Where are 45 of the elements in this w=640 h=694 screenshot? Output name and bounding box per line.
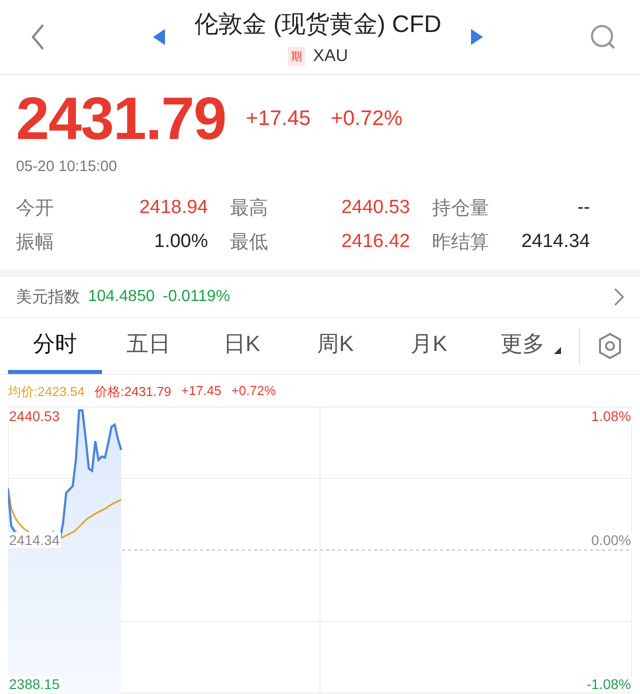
legend-text: +17.45: [181, 383, 222, 400]
stat-value: 1.00%: [153, 231, 208, 253]
stat-value: 2416.42: [340, 231, 410, 253]
triangle-right-icon[interactable]: [471, 29, 484, 45]
index-change: -0.0119%: [162, 288, 230, 306]
stat-value: --: [576, 197, 590, 219]
stat-label: 今开: [16, 197, 55, 221]
page-title: 伦敦金 (现货黄金) CFD: [194, 10, 442, 40]
axis-label: 1.08%: [590, 408, 632, 424]
back-icon[interactable]: [30, 23, 46, 51]
stat-value: 2440.53: [340, 197, 410, 219]
dropdown-corner-icon: [554, 347, 562, 354]
quote-time: 05-20 10:15:00: [16, 157, 118, 177]
percent-change: +0.72%: [330, 107, 403, 131]
chevron-right-icon[interactable]: [614, 288, 624, 306]
index-label: 美元指数: [16, 288, 80, 308]
axis-label: 2388.15: [8, 676, 61, 692]
chart-tab[interactable]: 周K: [288, 318, 382, 374]
stat-label: 昨结算: [431, 231, 490, 255]
index-value: 104.4850: [88, 288, 155, 306]
search-icon[interactable]: [590, 24, 616, 50]
axis-label: 2440.53: [8, 408, 61, 424]
stat-value: 2418.94: [138, 197, 208, 219]
stat-label: 最高: [229, 197, 269, 221]
type-badge: 期: [288, 46, 306, 66]
symbol-code: XAU: [313, 46, 348, 66]
axis-label: -1.08%: [586, 676, 632, 692]
stat-value: 2414.34: [520, 231, 590, 253]
axis-label: 0.00%: [590, 532, 632, 548]
chart-tab[interactable]: 五日: [102, 318, 196, 374]
chart-tab[interactable]: 更多: [476, 318, 570, 374]
price-change: +17.45: [246, 107, 311, 131]
settings-icon[interactable]: [597, 332, 624, 360]
stat-label: 持仓量: [431, 197, 490, 221]
axis-label: 2414.34: [8, 532, 61, 548]
legend-text: +0.72%: [231, 383, 276, 400]
chart-tab[interactable]: 分时: [8, 318, 102, 374]
stat-label: 最低: [229, 231, 269, 255]
last-price: 2431.79: [16, 85, 226, 153]
stat-label: 振幅: [16, 231, 55, 255]
legend-text: 均价:2423.54: [8, 383, 85, 401]
chart-tab[interactable]: 月K: [382, 318, 476, 374]
chart-tab[interactable]: 日K: [195, 318, 289, 374]
legend-text: 价格:2431.79: [94, 383, 172, 401]
triangle-left-icon[interactable]: [152, 29, 165, 45]
